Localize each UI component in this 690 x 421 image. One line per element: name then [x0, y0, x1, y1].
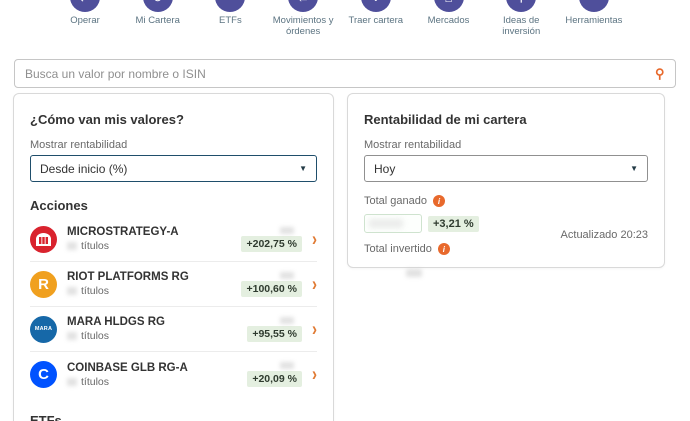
blurred-units-count [67, 242, 77, 250]
mara-logo: MARA [30, 316, 57, 343]
performance-badge: +95,55 % [247, 326, 302, 342]
nav-label: Herramientas [565, 15, 622, 26]
units-label: títulos [81, 376, 109, 388]
chevron-right-icon[interactable]: › [312, 318, 317, 340]
blurred-total-gained-amount [364, 214, 422, 233]
nav-label: Mercados [428, 15, 470, 26]
show-performance-label: Mostrar rentabilidad [30, 139, 317, 151]
etfs-section-heading: ETFs [30, 413, 317, 421]
bars-glyph [36, 233, 51, 246]
performance-period-value: Desde inicio (%) [40, 162, 127, 176]
performance-badge: +100,60 % [241, 281, 302, 297]
nav-label: Ideas de inversión [488, 15, 554, 38]
chevron-down-icon: ▼ [299, 164, 307, 173]
blurred-amount [280, 362, 294, 369]
blurred-units-count [67, 287, 77, 295]
nav-item-etfs[interactable]: ✎ ETFs [197, 0, 263, 38]
nav-item-operar[interactable]: ⇄ Operar [52, 0, 118, 38]
nav-label: Traer cartera [349, 15, 404, 26]
stocks-list: MICROSTRATEGY-A títulos +202,75 % › R RI… [30, 217, 317, 397]
top-navigation: ⇄ Operar ⊕ Mi Cartera ✎ ETFs ← Movimient… [52, 0, 627, 38]
stock-name: COINBASE GLB RG-A [67, 362, 247, 374]
chevron-right-icon[interactable]: › [312, 228, 317, 250]
blurred-amount [280, 227, 294, 234]
performance-period-value: Hoy [374, 162, 395, 176]
blurred-amount [280, 317, 294, 324]
stock-row-microstrategy[interactable]: MICROSTRATEGY-A títulos +202,75 % › [30, 217, 317, 262]
units-label: títulos [81, 285, 109, 297]
broker-dashboard: ⇄ Operar ⊕ Mi Cartera ✎ ETFs ← Movimient… [0, 0, 690, 421]
stocks-section-heading: Acciones [30, 198, 317, 213]
performance-panel-title: Rentabilidad de mi cartera [364, 112, 648, 127]
stock-name: RIOT PLATFORMS RG [67, 271, 241, 283]
nav-label: ETFs [219, 15, 242, 26]
nav-label: Mi Cartera [136, 15, 180, 26]
units-label: títulos [81, 330, 109, 342]
etfs-icon: ✎ [215, 0, 245, 12]
stock-name: MICROSTRATEGY-A [67, 226, 241, 238]
blurred-amount [280, 272, 294, 279]
blurred-units-count [67, 378, 77, 386]
holdings-panel: ¿Cómo van mis valores? Mostrar rentabili… [13, 93, 334, 421]
nav-label: Movimientos y órdenes [270, 15, 336, 38]
nav-item-herramientas[interactable]: ⋯ Herramientas [561, 0, 627, 38]
nav-item-movimientos-ordenes[interactable]: ← Movimientos y órdenes [270, 0, 336, 38]
nav-item-mi-cartera[interactable]: ⊕ Mi Cartera [125, 0, 191, 38]
stock-name: MARA HLDGS RG [67, 316, 247, 328]
holdings-panel-title: ¿Cómo van mis valores? [30, 112, 317, 127]
chevron-down-icon: ▼ [630, 164, 638, 173]
stock-row-riot[interactable]: R RIOT PLATFORMS RG títulos +100,60 % › [30, 262, 317, 307]
coinbase-logo: C [30, 361, 57, 388]
investment-ideas-icon: ⚲ [506, 0, 536, 12]
performance-badge: +20,09 % [247, 371, 302, 387]
tools-icon: ⋯ [579, 0, 609, 12]
show-performance-label: Mostrar rentabilidad [364, 139, 648, 151]
microstrategy-logo [30, 226, 57, 253]
search-bar: ⚲ [14, 59, 676, 88]
total-gained-label: Total ganado [364, 195, 427, 207]
units-label: títulos [81, 240, 109, 252]
chevron-right-icon[interactable]: › [312, 273, 317, 295]
nav-label: Operar [70, 15, 100, 26]
transfer-portfolio-icon: ↧ [361, 0, 391, 12]
trade-icon: ⇄ [70, 0, 100, 12]
performance-period-select[interactable]: Desde inicio (%) ▼ [30, 155, 317, 182]
riot-logo: R [30, 271, 57, 298]
stock-row-mara[interactable]: MARA MARA HLDGS RG títulos +95,55 % › [30, 307, 317, 352]
markets-icon: ⌂ [434, 0, 464, 12]
chevron-right-icon[interactable]: › [312, 363, 317, 385]
nav-item-mercados[interactable]: ⌂ Mercados [416, 0, 482, 38]
info-icon[interactable]: i [433, 195, 445, 207]
blurred-total-invested-amount [406, 269, 422, 277]
search-input[interactable] [25, 67, 655, 81]
portfolio-performance-panel: Rentabilidad de mi cartera Mostrar renta… [347, 93, 665, 268]
performance-period-select[interactable]: Hoy ▼ [364, 155, 648, 182]
performance-badge: +202,75 % [241, 236, 302, 252]
total-invested-label: Total invertido [364, 243, 432, 255]
search-icon[interactable]: ⚲ [655, 66, 665, 82]
info-icon[interactable]: i [438, 243, 450, 255]
nav-item-ideas-inversion[interactable]: ⚲ Ideas de inversión [488, 0, 554, 38]
blurred-units-count [67, 332, 77, 340]
movements-icon: ← [288, 0, 318, 12]
portfolio-icon: ⊕ [143, 0, 173, 12]
nav-item-traer-cartera[interactable]: ↧ Traer cartera [343, 0, 409, 38]
total-gained-badge: +3,21 % [428, 216, 479, 232]
stock-row-coinbase[interactable]: C COINBASE GLB RG-A títulos +20,09 % › [30, 352, 317, 397]
